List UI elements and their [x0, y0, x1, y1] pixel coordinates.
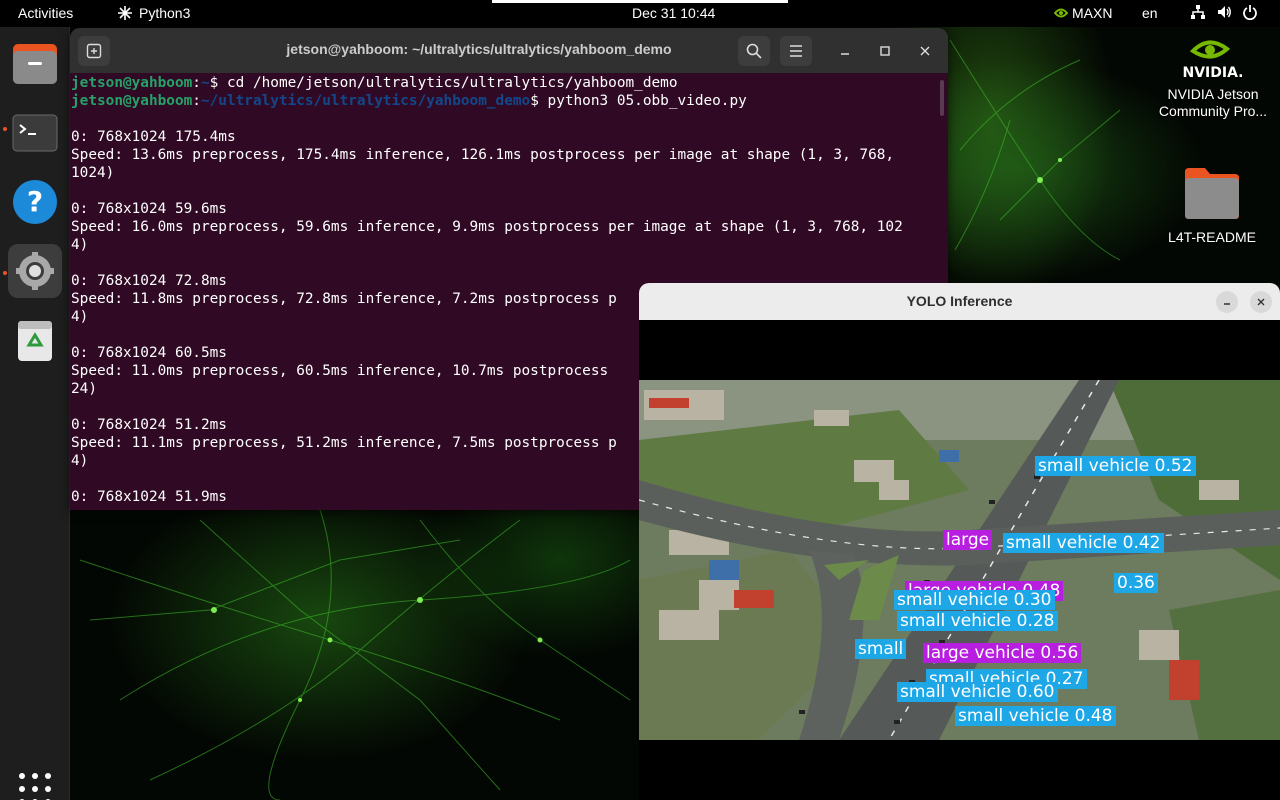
prompt-user: jetson@yahboom: [71, 75, 193, 91]
yolo-inference-window[interactable]: YOLO Inference small vehicle 0.52 large …: [639, 283, 1280, 800]
dock-terminal[interactable]: [8, 106, 62, 160]
app-menu-icon: [118, 6, 132, 20]
minimize-icon: [1224, 303, 1230, 305]
prompt-separator: :: [192, 75, 201, 91]
small-vehicle-label: small vehicle 0.42: [1003, 533, 1164, 553]
prompt-separator: :: [192, 93, 201, 109]
nvidia-logo-icon: NVIDIA.: [1182, 40, 1244, 81]
app-menu[interactable]: Python3: [117, 5, 190, 21]
maximize-button[interactable]: [869, 36, 901, 66]
small-vehicle-label: 0.36: [1114, 573, 1158, 593]
terminal-header-bar[interactable]: jetson@yahboom: ~/ultralytics/ultralytic…: [70, 28, 948, 73]
help-icon: ?: [13, 180, 57, 224]
video-frame: small vehicle 0.52 large small vehicle 0.4…: [639, 380, 1280, 740]
language-indicator[interactable]: en: [1142, 5, 1158, 21]
small-vehicle-label: small vehicle 0.52: [1035, 456, 1196, 476]
small-vehicle-label: small vehicle 0.60: [897, 682, 1058, 702]
terminal-line: 4): [71, 237, 89, 253]
terminal-line: 1024): [71, 165, 115, 181]
terminal-line: Speed: 13.6ms preprocess, 175.4ms infere…: [71, 147, 895, 163]
terminal-line: jetson@yahboom:~$ cd /home/jetson/ultral…: [71, 74, 948, 92]
desktop-icon-nvidia[interactable]: NVIDIA. NVIDIA Jetson Community Pro...: [1148, 33, 1278, 120]
terminal-line: 0: 768x1024 175.4ms: [71, 129, 236, 145]
clock[interactable]: Dec 31 10:44: [632, 5, 715, 21]
l4t-readme-label: L4T-README: [1168, 229, 1256, 245]
svg-text:?: ?: [27, 185, 43, 218]
folder-icon: [1185, 168, 1239, 219]
dock-running-indicator: [3, 127, 7, 131]
small-vehicle-label: small vehicle 0.30: [894, 590, 1055, 610]
dock-settings[interactable]: [8, 244, 62, 298]
prompt-path: ~/ultralytics/ultralytics/yahboom_demo: [200, 93, 531, 109]
small-vehicle-label: small: [855, 639, 907, 659]
notification-indicator: [492, 0, 788, 3]
volume-icon: [1218, 6, 1231, 18]
app-name: Python3: [139, 5, 191, 21]
files-icon: [13, 44, 57, 84]
show-applications-button[interactable]: [19, 773, 51, 800]
yolo-minimize-button[interactable]: [1216, 291, 1238, 313]
system-menu[interactable]: [1190, 4, 1258, 20]
command-text: $ python3 05.obb_video.py: [530, 93, 747, 109]
power-mode-indicator[interactable]: MAXN: [1054, 5, 1112, 21]
dock-running-indicator: [3, 271, 7, 275]
menu-button[interactable]: [780, 36, 812, 66]
yolo-header-bar[interactable]: YOLO Inference: [639, 283, 1280, 320]
power-mode-label: MAXN: [1072, 5, 1113, 21]
yolo-close-button[interactable]: [1250, 291, 1272, 313]
yolo-window-title: YOLO Inference: [906, 293, 1013, 309]
activities-button[interactable]: Activities: [18, 5, 73, 21]
minimize-button[interactable]: [829, 36, 861, 66]
dock-files[interactable]: [8, 37, 62, 91]
trash-icon: [18, 321, 52, 361]
terminal-icon: [12, 114, 58, 152]
close-button[interactable]: [909, 36, 941, 66]
command-text: $ cd /home/jetson/ultralytics/ultralytic…: [209, 75, 678, 91]
large-vehicle-label: large vehicle 0.56: [923, 643, 1082, 663]
dock: ?: [0, 27, 70, 800]
close-icon: [920, 46, 930, 56]
maximize-icon: [880, 46, 890, 56]
dock-trash[interactable]: [8, 313, 62, 367]
small-vehicle-label: small vehicle 0.48: [955, 706, 1116, 726]
close-icon: [1257, 298, 1265, 306]
large-vehicle-label: large: [943, 530, 993, 550]
prompt-user: jetson@yahboom: [71, 93, 193, 109]
svg-text:NVIDIA.: NVIDIA.: [1183, 65, 1243, 81]
prompt-path: ~: [200, 75, 210, 91]
network-icon: [1191, 5, 1205, 19]
terminal-line: Speed: 16.0ms preprocess, 59.6ms inferen…: [71, 219, 903, 235]
search-icon: [746, 43, 762, 59]
dock-help[interactable]: ?: [8, 175, 62, 229]
top-bar: Activities Python3 Dec 31 10:44 MAXN en: [0, 0, 1280, 27]
small-vehicle-label: small vehicle 0.28: [897, 611, 1058, 631]
search-button[interactable]: [738, 36, 770, 66]
settings-gear-icon: [16, 252, 54, 290]
nvidia-icon: [1054, 8, 1068, 18]
hamburger-menu-icon: [790, 45, 802, 57]
desktop-icon-l4t-readme[interactable]: L4T-README: [1158, 166, 1266, 245]
power-icon: [1243, 5, 1257, 20]
minimize-icon: [841, 53, 849, 55]
nvidia-icon-label: NVIDIA Jetson Community Pro...: [1158, 86, 1268, 119]
terminal-line: 0: 768x1024 59.6ms: [71, 201, 227, 217]
terminal-scrollbar[interactable]: [940, 80, 944, 116]
terminal-line: jetson@yahboom:~/ultralytics/ultralytics…: [71, 92, 948, 110]
